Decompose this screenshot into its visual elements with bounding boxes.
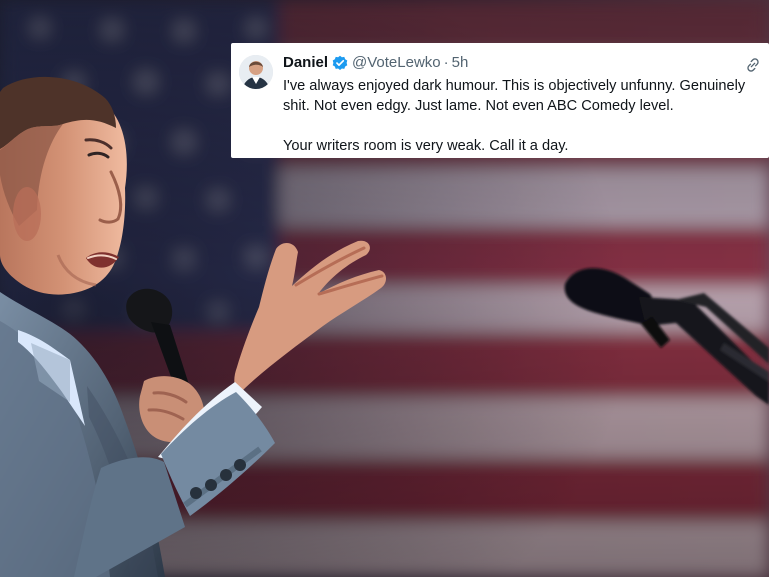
tweet-paragraph: I've always enjoyed dark humour. This is…: [283, 78, 746, 114]
post-time[interactable]: 5h: [452, 53, 469, 73]
profile-photo: [239, 55, 273, 89]
tweet-card[interactable]: Daniel @VoteLewko · 5h I've always enjoy…: [231, 43, 769, 158]
share-link-icon[interactable]: [745, 57, 761, 73]
separator-dot: ·: [443, 54, 449, 71]
tweet-paragraph: Your writers room is very weak. Call it …: [283, 138, 569, 154]
user-handle[interactable]: @VoteLewko: [352, 53, 441, 73]
tweet-body: Daniel @VoteLewko · 5h I've always enjoy…: [283, 53, 757, 156]
photo-scene: Daniel @VoteLewko · 5h I've always enjoy…: [0, 0, 769, 577]
tweet-header: Daniel @VoteLewko · 5h: [283, 53, 757, 73]
avatar[interactable]: [239, 55, 273, 89]
verified-check-icon: [332, 55, 348, 70]
tweet-text: I've always enjoyed dark humour. This is…: [283, 76, 753, 156]
display-name[interactable]: Daniel: [283, 53, 328, 73]
